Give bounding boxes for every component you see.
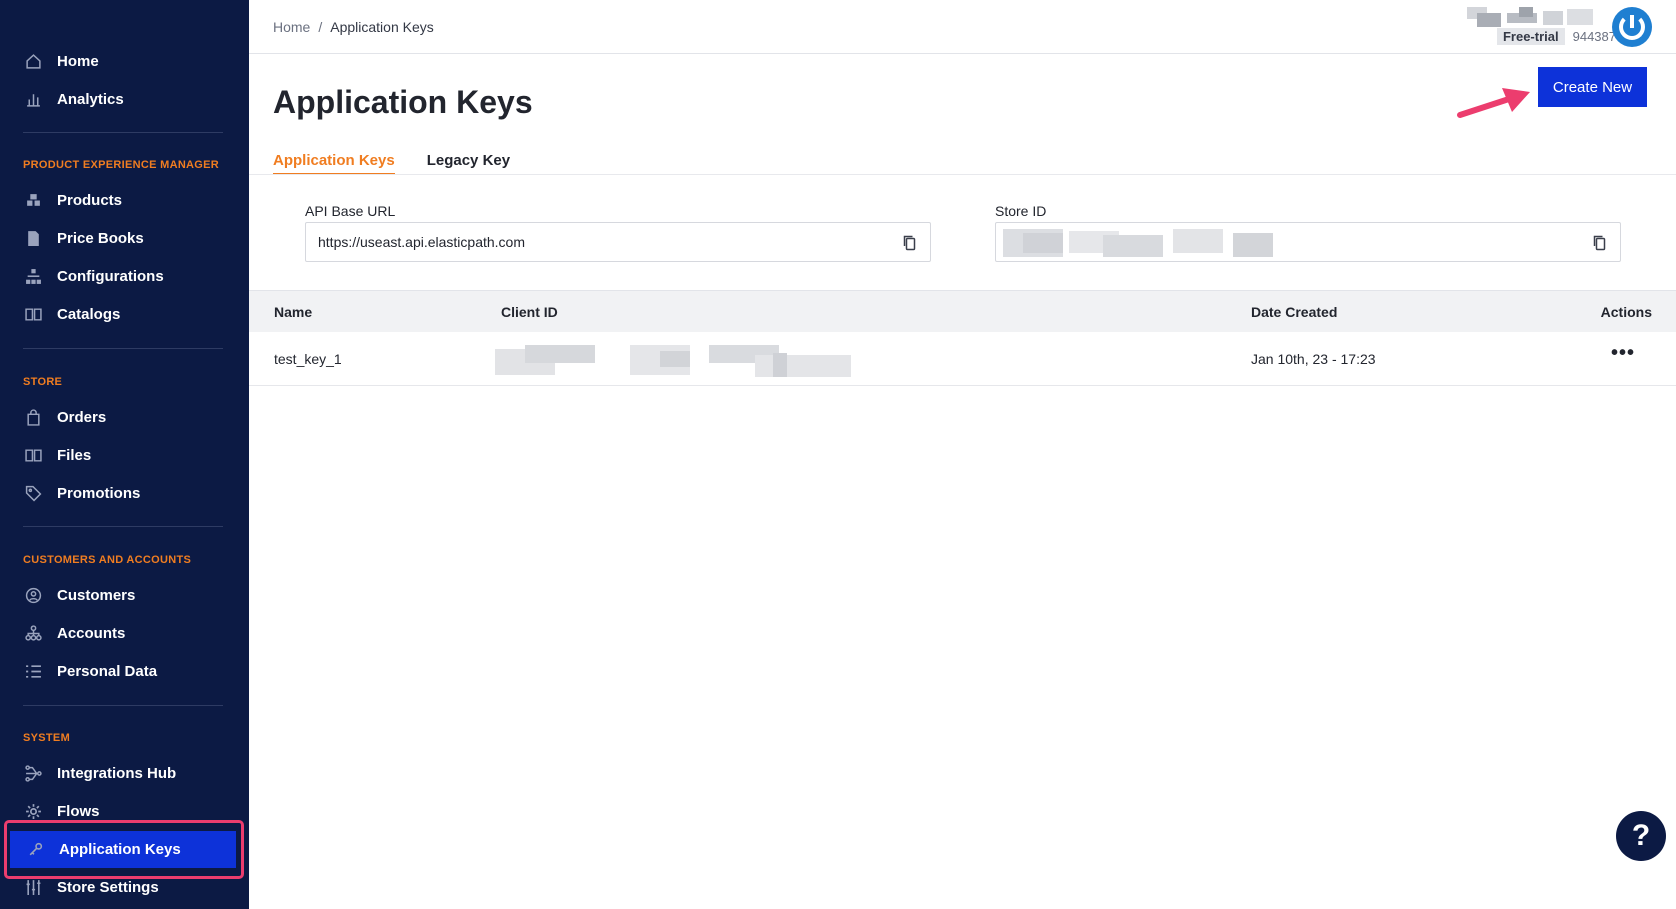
sidebar-item-accounts[interactable]: Accounts [24,618,224,648]
avatar-bar [1630,15,1634,28]
tab-legacy-key[interactable]: Legacy Key [427,152,510,175]
sidebar-item-label: Customers [57,586,136,604]
tag-icon [24,484,42,502]
copy-icon[interactable] [902,234,918,252]
files-icon [24,446,42,464]
sidebar-item-price-books[interactable]: Price Books [24,223,224,253]
top-bar: Home / Application Keys Free-trial 944387 [249,0,1676,54]
products-icon [24,191,42,209]
sidebar-item-label: Orders [57,408,107,426]
sidebar-divider [23,705,223,706]
column-header-actions: Actions [1600,304,1652,320]
sidebar-item-catalogs[interactable]: Catalogs [24,299,224,329]
copy-icon[interactable] [1592,234,1608,252]
sidebar-item-promotions[interactable]: Promotions [24,478,224,508]
column-header-client-id[interactable]: Client ID [501,304,558,320]
breadcrumb-separator: / [318,19,323,35]
section-title-customers: CUSTOMERS AND ACCOUNTS [23,554,192,566]
gear-icon [24,802,42,820]
sidebar-item-label: Store Settings [57,878,159,896]
column-header-date-created[interactable]: Date Created [1251,304,1337,320]
sidebar-divider [23,132,223,133]
configurations-icon [24,267,42,285]
store-id-field[interactable] [995,222,1621,262]
sidebar-item-label: Home [57,52,99,70]
api-base-url-label: API Base URL [305,203,396,219]
orders-icon [24,408,42,426]
sidebar-item-label: Analytics [57,90,124,108]
sidebar-item-analytics[interactable]: Analytics [24,84,224,114]
sidebar-item-label: Integrations Hub [57,764,177,782]
section-title-pem: PRODUCT EXPERIENCE MANAGER [23,159,220,171]
sidebar-item-label: Personal Data [57,662,158,680]
sidebar-item-label: Products [57,191,123,209]
sidebar-item-customers[interactable]: Customers [24,580,224,610]
table-row[interactable]: test_key_1 Jan 10th, 23 - 17:23 ••• [249,332,1676,386]
list-icon [24,662,42,680]
section-title-system: SYSTEM [23,732,71,744]
analytics-icon [24,90,42,108]
date-created: Jan 10th, 23 - 17:23 [1251,351,1376,367]
highlight-annotation [4,820,244,879]
key-name: test_key_1 [274,351,342,367]
sidebar-item-label: Files [57,446,92,464]
store-id-redacted [1003,229,1303,257]
sidebar-item-label: Price Books [57,229,144,247]
sliders-icon [24,878,42,896]
client-id-redacted [495,345,851,377]
tab-bar: Application Keys Legacy Key [273,152,542,175]
page-title: Application Keys [273,84,533,120]
sidebar-item-files[interactable]: Files [24,440,224,470]
sidebar-item-label: Flows [57,802,100,820]
arrow-annotation-icon [1457,88,1530,118]
tab-application-keys[interactable]: Application Keys [273,152,395,175]
table-header: Name Client ID Date Created Actions [249,290,1676,332]
customer-icon [24,586,42,604]
user-name-redacted [1467,7,1599,29]
sidebar-divider [23,348,223,349]
breadcrumb-home[interactable]: Home [273,19,310,35]
sidebar-item-products[interactable]: Products [24,185,224,215]
breadcrumb-current: Application Keys [330,19,434,35]
api-base-url-field[interactable]: https://useast.api.elasticpath.com [305,222,931,262]
home-icon [24,52,42,70]
sidebar-item-label: Accounts [57,624,126,642]
sidebar-divider [23,526,223,527]
help-button[interactable]: ? [1616,811,1666,861]
plan-badge: Free-trial [1496,28,1565,45]
catalogs-icon [24,305,42,323]
section-title-store: STORE [23,376,63,388]
sidebar-item-home[interactable]: Home [24,46,224,76]
sidebar-item-label: Catalogs [57,305,121,323]
sidebar-item-personal-data[interactable]: Personal Data [24,656,224,686]
sidebar-item-integrations-hub[interactable]: Integrations Hub [24,758,224,788]
sidebar-item-orders[interactable]: Orders [24,402,224,432]
accounts-icon [24,624,42,642]
sidebar-item-configurations[interactable]: Configurations [24,261,224,291]
plan-info: Free-trial 944387 [1496,28,1616,45]
price-books-icon [24,229,42,247]
more-actions-icon[interactable]: ••• [1611,342,1635,365]
breadcrumb: Home / Application Keys [273,19,434,35]
integrations-icon [24,764,42,782]
store-id-label: Store ID [995,203,1047,219]
sidebar-item-label: Promotions [57,484,141,502]
account-number: 944387 [1572,29,1616,44]
power-icon[interactable] [1612,7,1652,47]
create-new-button[interactable]: Create New [1538,67,1647,107]
tabs-divider [249,174,1676,175]
api-base-url-value: https://useast.api.elasticpath.com [318,234,525,250]
column-header-name[interactable]: Name [274,304,312,320]
sidebar: Home Analytics PRODUCT EXPERIENCE MANAGE… [0,0,249,909]
sidebar-item-label: Configurations [57,267,164,285]
